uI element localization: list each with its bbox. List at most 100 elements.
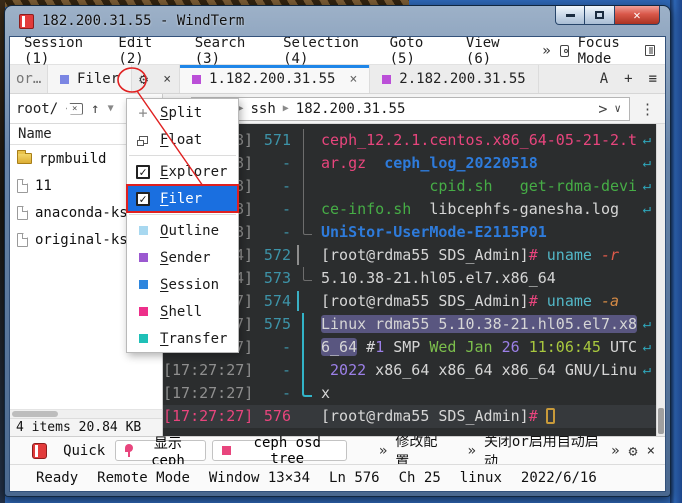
focus-mode-label[interactable]: Focus Mode: [578, 37, 637, 67]
text-segment: ar.gz: [321, 154, 367, 172]
menu-item-icon: [135, 307, 151, 316]
tab-gear-icon[interactable]: ⚙: [132, 65, 155, 93]
close-button[interactable]: ✕: [614, 6, 660, 25]
indent-guide: [293, 405, 315, 428]
menu-item-transfer[interactable]: Transfer: [127, 325, 238, 352]
menu-view[interactable]: View (6): [466, 37, 514, 67]
terminal-text: [root@rdma55 SDS_Admin]# uname -r: [315, 244, 656, 267]
font-size-icon[interactable]: A: [592, 65, 616, 93]
menu-selection[interactable]: Selection (4): [283, 37, 361, 67]
fold-marker[interactable]: [293, 290, 315, 313]
status-ready: Ready: [36, 470, 79, 486]
menu-item-sender[interactable]: Sender: [127, 244, 238, 271]
checkbox-checked-icon[interactable]: ✓: [136, 191, 150, 206]
square-icon: [221, 446, 231, 455]
backspace-icon[interactable]: ×: [66, 102, 84, 115]
quick-button-显示ceph[interactable]: 显示ceph: [115, 436, 206, 469]
float-icon: [136, 135, 148, 146]
menu-item-icon: +: [135, 104, 151, 122]
scrollbar-thumb[interactable]: [658, 408, 664, 434]
line-number: -: [281, 384, 291, 402]
menu-item-label: Shell: [160, 304, 202, 320]
checkbox-checked-icon[interactable]: ✓: [136, 164, 150, 179]
text-segment: [321, 177, 429, 195]
group-overflow-icon[interactable]: »: [468, 443, 476, 459]
toggle-panel-icon[interactable]: [645, 45, 655, 56]
quickbar-gear-icon[interactable]: ⚙: [629, 442, 638, 460]
group-overflow-icon[interactable]: »: [379, 443, 387, 459]
text-segment: [538, 246, 547, 264]
current-path[interactable]: root/: [16, 101, 58, 117]
quick-button-ceph-osd-tree[interactable]: ceph osd tree: [211, 435, 347, 467]
up-directory-icon[interactable]: ↑: [91, 101, 99, 117]
text-segment: [493, 177, 520, 195]
status-ln: Ln 576: [329, 470, 380, 486]
minimize-button[interactable]: [555, 6, 585, 25]
windterm-window: 182.200.31.55 - WindTerm ✕ Session (1) Ed…: [4, 5, 671, 497]
menu-item-split[interactable]: + Split: [127, 99, 238, 126]
menu-item-icon: ✓: [135, 191, 151, 206]
menu-item-filer[interactable]: ✓ Filer: [126, 184, 239, 213]
minimize-icon: [565, 13, 575, 17]
status-remote: Remote Mode: [97, 470, 190, 486]
terminal-line: [17:27:27] 576 [root@rdma55 SDS_Admin]#: [163, 405, 656, 428]
tab-close-icon[interactable]: ×: [349, 72, 357, 87]
maximize-button[interactable]: [585, 6, 614, 25]
tab-filer[interactable]: Filer: [48, 65, 133, 93]
titlebar[interactable]: 182.200.31.55 - WindTerm ✕: [9, 6, 666, 36]
menu-item-explorer[interactable]: ✓ Explorer: [127, 158, 238, 185]
text-segment: 11:06:45: [528, 338, 601, 356]
text-segment: [493, 338, 502, 356]
tab-or[interactable]: or…: [10, 65, 48, 93]
menu-edit[interactable]: Edit (2): [118, 37, 166, 67]
line-number: 573: [263, 269, 291, 287]
text-segment: [root@rdma55 SDS_Admin]: [321, 246, 529, 264]
toolbar-row: root/ × ↑ ▼ i | ▶ ssh ▶ 182.200.31.55 > …: [10, 94, 665, 124]
panel-color-icon: [138, 253, 148, 262]
scrollbar-thumb[interactable]: [12, 411, 58, 417]
indent-guide: [293, 267, 315, 290]
tab-session-1[interactable]: 1.182.200.31.55 ×: [180, 65, 371, 93]
menu-item-float[interactable]: Float: [127, 126, 238, 153]
menu-item-shell[interactable]: Shell: [127, 298, 238, 325]
text-segment: uname: [546, 292, 592, 310]
filer-horizontal-scrollbar[interactable]: [10, 409, 162, 418]
text-segment: get-rdma-devi: [519, 177, 638, 195]
wrap-icon: ↵: [642, 178, 651, 194]
menu-search[interactable]: Search (3): [195, 37, 255, 67]
text-segment: 26: [501, 338, 520, 356]
text-segment: ce-info.sh: [321, 200, 412, 218]
quickbar-right: » ⚙ ×: [611, 442, 655, 460]
connect-icon[interactable]: >: [598, 100, 607, 118]
menu-item-icon: [135, 280, 151, 289]
menu-goto[interactable]: Goto (5): [390, 37, 438, 67]
session-list-icon[interactable]: ≡: [641, 65, 665, 93]
tab-session-2[interactable]: 2.182.200.31.55: [370, 65, 539, 93]
new-session-icon[interactable]: +: [616, 65, 640, 93]
menu-item-session[interactable]: Session: [127, 271, 238, 298]
path-dropdown-icon[interactable]: ▼: [108, 103, 114, 114]
menubar-overflow-icon[interactable]: »: [542, 43, 550, 59]
terminal-scrollbar[interactable]: [656, 124, 665, 436]
quickbar-overflow-icon[interactable]: »: [611, 443, 619, 459]
menu-item-label: Filer: [160, 191, 202, 207]
tab-close-icon[interactable]: ×: [155, 65, 181, 93]
more-options-icon[interactable]: ⋮: [638, 100, 657, 118]
fold-collapse-icon[interactable]: [297, 245, 299, 265]
fold-collapse-icon[interactable]: [297, 291, 299, 311]
host-label[interactable]: 182.200.31.55: [296, 101, 406, 117]
selection: 6_64: [321, 338, 358, 356]
fold-marker[interactable]: [293, 244, 315, 267]
menu-item-label: Transfer: [160, 331, 227, 347]
menu-session[interactable]: Session (1): [24, 37, 90, 67]
protocol-label[interactable]: ssh: [250, 101, 275, 117]
timestamp: [17:27:27]: [163, 361, 253, 379]
panel-color-icon: [138, 226, 148, 235]
text-segment: 2022: [330, 361, 367, 379]
address-dropdown-icon[interactable]: ∨: [614, 102, 621, 115]
menu-item-outline[interactable]: Outline: [127, 217, 238, 244]
tab-label: or…: [16, 71, 42, 87]
address-bar[interactable]: i | ▶ ssh ▶ 182.200.31.55 > ∨: [191, 96, 630, 121]
text-segment: UniStor-UserMode-E2115P01: [321, 223, 547, 241]
quickbar-close-icon[interactable]: ×: [647, 443, 655, 459]
